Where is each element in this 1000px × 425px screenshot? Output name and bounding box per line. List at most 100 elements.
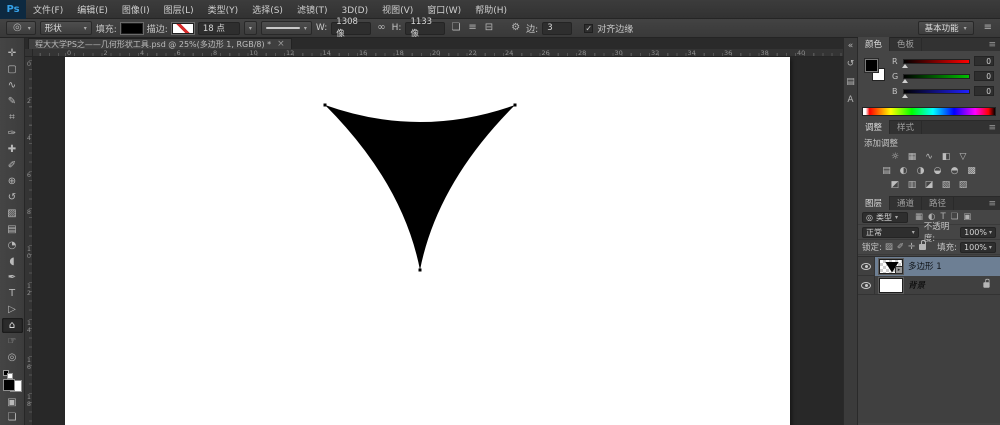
dodge-tool[interactable]: ◖ [2,254,23,269]
layer-row[interactable]: 背景 [858,276,1000,295]
color-spectrum-bar[interactable] [862,107,996,116]
tab-adjustments[interactable]: 调整 [858,120,890,134]
layer-visibility-cell[interactable] [858,276,875,295]
menu-item-1[interactable]: 编辑(E) [70,6,115,16]
smart-object-filter-icon[interactable]: ▣ [963,212,971,222]
opacity-field[interactable]: 100% ▾ [960,227,996,238]
tab-layers[interactable]: 图层 [858,196,890,210]
menu-item-10[interactable]: 帮助(H) [468,6,514,16]
quick-selection-tool[interactable]: ✎ [2,94,23,109]
layer-fill-field[interactable]: 100% ▾ [960,242,996,253]
tab-swatches[interactable]: 色板 [890,37,922,51]
shape-tool[interactable]: ⌂ [2,318,23,333]
brightness-contrast-icon[interactable]: ☼ [889,151,902,163]
path-arrangement-icon[interactable]: ⊟ [483,21,495,35]
shape-width-field[interactable]: 1308 像 [331,22,371,35]
color-lookup-icon[interactable]: ▩ [965,165,978,177]
gradient-tool[interactable]: ▤ [2,222,23,237]
photo-filter-icon[interactable]: ◒ [931,165,944,177]
gear-icon[interactable]: ⚙ [509,21,522,35]
channel-mixer-icon[interactable]: ◓ [948,165,961,177]
invert-icon[interactable]: ◩ [889,179,902,191]
vibrance-icon[interactable]: ▽ [957,151,970,163]
channel-value-field[interactable]: 0 [974,86,994,96]
threshold-icon[interactable]: ◪ [923,179,936,191]
history-panel-icon[interactable]: ↺ [847,59,855,69]
levels-icon[interactable]: ▦ [906,151,919,163]
channel-slider[interactable] [903,89,970,94]
slider-thumb-icon[interactable] [902,64,908,68]
lasso-tool[interactable]: ∿ [2,78,23,93]
blur-tool[interactable]: ◔ [2,238,23,253]
default-colors-icon[interactable] [3,370,15,375]
menu-item-5[interactable]: 选择(S) [245,6,290,16]
slider-thumb-icon[interactable] [902,94,908,98]
menu-item-7[interactable]: 3D(D) [334,6,375,16]
eye-icon[interactable] [861,282,871,289]
spot-healing-tool[interactable]: ✚ [2,142,23,157]
move-tool[interactable]: ✛ [2,46,23,61]
layer-visibility-cell[interactable] [858,257,875,276]
channel-value-field[interactable]: 0 [974,56,994,66]
history-brush-tool[interactable]: ↺ [2,190,23,205]
posterize-icon[interactable]: ▥ [906,179,919,191]
type-tool[interactable]: T [2,286,23,301]
foreground-background-swatches[interactable] [865,59,887,85]
zoom-tool[interactable]: ◎ [2,350,23,365]
path-alignment-icon[interactable]: ≡ [466,21,478,35]
anchor-point[interactable] [419,269,422,272]
stroke-width-field[interactable]: 18 点 [198,22,240,35]
menu-item-3[interactable]: 图层(L) [157,6,201,16]
layer-thumbnail[interactable] [879,278,903,293]
tab-styles[interactable]: 样式 [890,120,922,134]
path-selection-tool[interactable]: ▷ [2,302,23,317]
pen-tool[interactable]: ✒ [2,270,23,285]
close-icon[interactable]: × [277,39,285,49]
screen-mode-button[interactable]: ❏ [2,410,23,425]
channel-slider[interactable] [903,59,970,64]
marquee-tool[interactable]: ▢ [2,62,23,77]
lock-all-icon[interactable] [919,244,926,250]
menu-item-9[interactable]: 窗口(W) [420,6,468,16]
black-white-icon[interactable]: ◑ [914,165,927,177]
lock-position-icon[interactable]: ✛ [908,242,915,252]
layer-thumbnail[interactable]: ▸ [879,259,903,274]
panel-menu-icon[interactable]: ≡ [982,21,994,35]
align-edges-checkbox[interactable]: ✓ [584,24,593,33]
fill-swatch[interactable] [121,23,143,34]
panel-menu-icon[interactable]: ≡ [988,123,996,133]
menu-item-4[interactable]: 类型(Y) [201,6,246,16]
polygon-shape[interactable] [325,105,515,270]
crop-tool[interactable]: ⌗ [2,110,23,125]
layer-row-main[interactable]: 背景 [875,276,1000,295]
eye-icon[interactable] [861,263,871,270]
menu-item-0[interactable]: 文件(F) [26,6,70,16]
vertical-ruler[interactable]: 024681012141618 [25,57,33,425]
stroke-type-dropdown[interactable]: ▾ [261,21,312,35]
selective-color-icon[interactable]: ▨ [957,179,970,191]
link-dimensions-icon[interactable]: ∞ [375,21,387,35]
anchor-point[interactable] [324,104,327,107]
horizontal-ruler[interactable]: 0246810121416182022242628303234363840 [33,49,843,57]
tool-preset-picker[interactable]: ◎ ▾ [6,21,36,35]
panel-menu-icon[interactable]: ≡ [988,199,996,209]
menu-item-8[interactable]: 视图(V) [375,6,420,16]
eyedropper-tool[interactable]: ✑ [2,126,23,141]
tab-channels[interactable]: 通道 [890,196,922,210]
lock-transparent-icon[interactable]: ▨ [885,242,893,252]
blend-mode-select[interactable]: 正常 ▾ [862,227,919,238]
menu-item-6[interactable]: 滤镜(T) [290,6,335,16]
document-tab[interactable]: 程大大学PS之——几何形状工具.psd @ 25%(多边形 1, RGB/8) … [28,38,292,49]
clone-stamp-tool[interactable]: ⊕ [2,174,23,189]
exposure-icon[interactable]: ◧ [940,151,953,163]
color-balance-icon[interactable]: ◐ [897,165,910,177]
hand-tool[interactable]: ☞ [2,334,23,349]
anchor-point[interactable] [514,104,517,107]
workspace-switcher-button[interactable]: 基本功能 ▾ [918,21,974,35]
tab-color[interactable]: 颜色 [858,37,890,51]
tool-mode-select[interactable]: 形状 ▾ [40,21,92,35]
curves-icon[interactable]: ∿ [923,151,936,163]
properties-panel-icon[interactable]: ▤ [846,77,855,87]
channel-value-field[interactable]: 0 [974,71,994,81]
menu-item-2[interactable]: 图像(I) [115,6,157,16]
